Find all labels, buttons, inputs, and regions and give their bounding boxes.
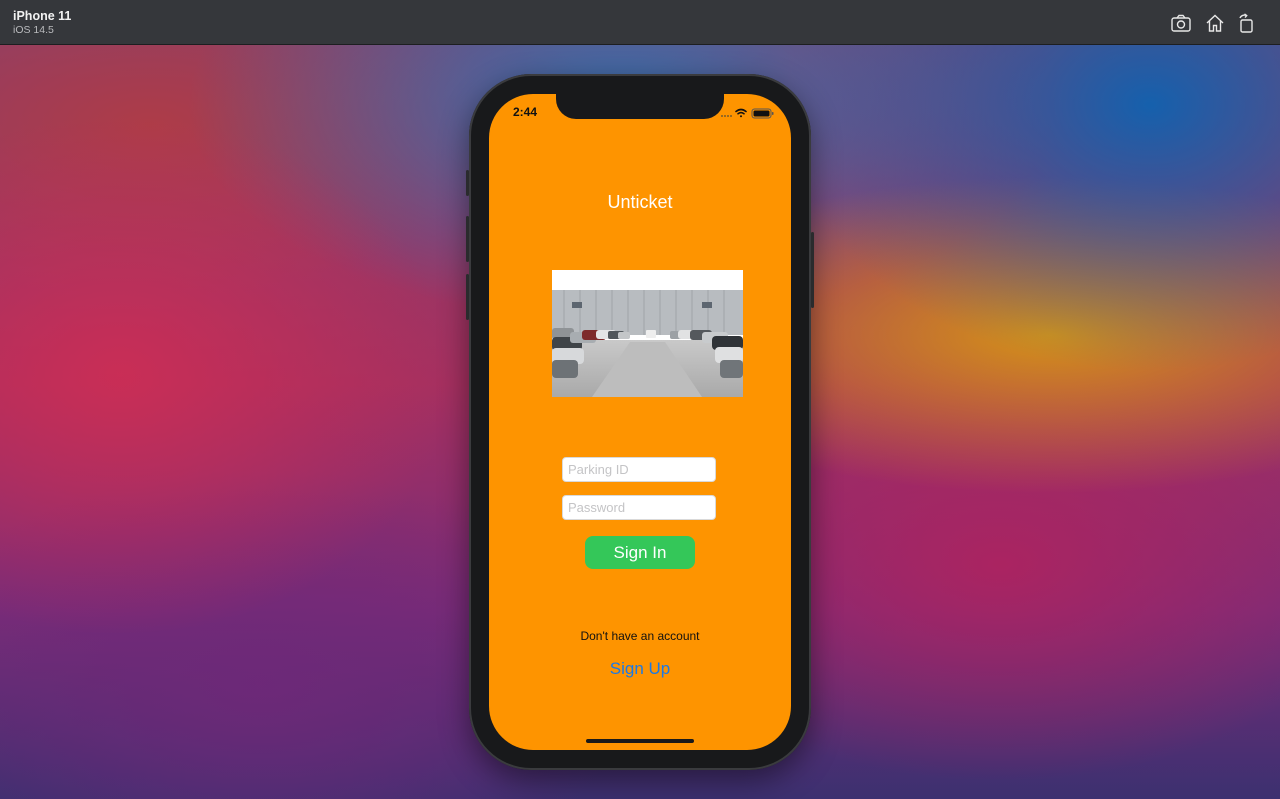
power-button xyxy=(811,232,814,308)
device-name: iPhone 11 xyxy=(13,9,72,23)
home-icon[interactable] xyxy=(1204,12,1226,34)
rotate-icon[interactable] xyxy=(1236,12,1258,34)
home-indicator xyxy=(586,739,694,743)
password-field[interactable] xyxy=(562,495,716,520)
device-os-version: iOS 14.5 xyxy=(13,24,54,36)
cellular-signal-icon xyxy=(721,115,732,117)
app-screen: 2:44 Unticket Parking ID Sign In Don't h… xyxy=(489,94,791,750)
mute-switch xyxy=(466,170,469,196)
volume-down-button xyxy=(466,274,469,320)
simulator-toolbar: iPhone 11 iOS 14.5 xyxy=(0,0,1280,45)
status-icons xyxy=(721,106,777,119)
sign-up-link[interactable]: Sign Up xyxy=(489,659,791,679)
sign-in-button[interactable]: Sign In xyxy=(585,536,695,569)
no-account-label: Don't have an account xyxy=(580,629,700,643)
app-title: Unticket xyxy=(607,192,673,212)
wifi-icon xyxy=(735,108,747,118)
status-time: 2:44 xyxy=(513,105,538,119)
notch xyxy=(556,94,724,119)
screenshot-icon[interactable] xyxy=(1170,12,1192,34)
volume-up-button xyxy=(466,216,469,262)
parking-id-field[interactable] xyxy=(562,457,716,482)
parking-lot-photo xyxy=(552,270,743,397)
battery-icon xyxy=(751,108,774,119)
